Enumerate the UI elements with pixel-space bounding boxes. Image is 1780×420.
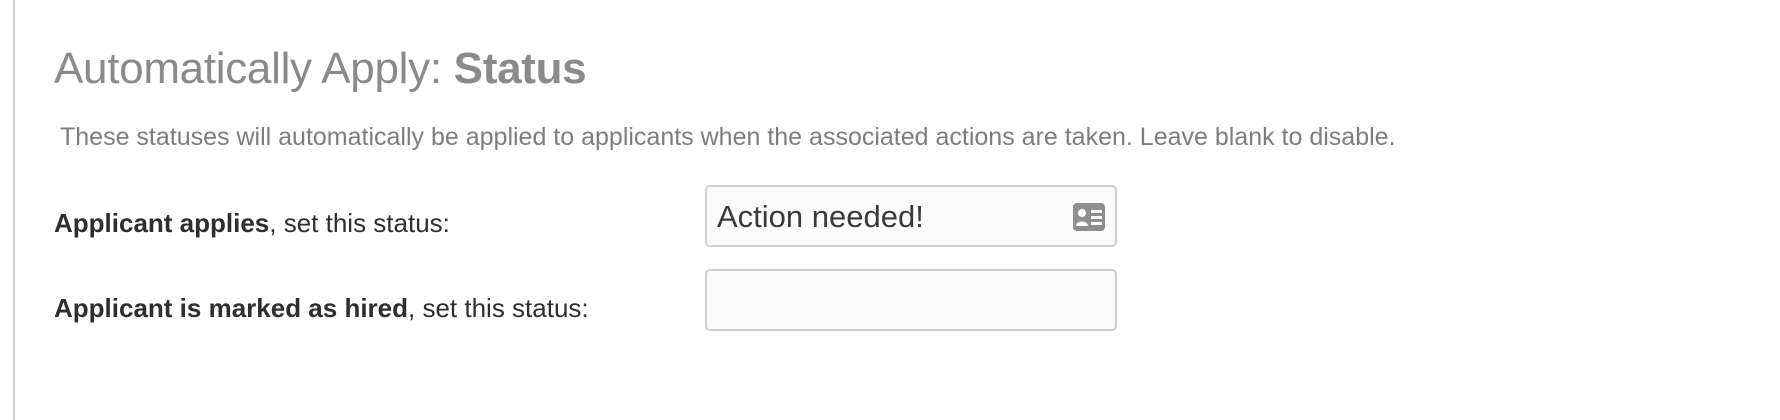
section-title-prefix: Automatically Apply: <box>54 44 454 93</box>
contact-card-icon[interactable] <box>1073 203 1105 231</box>
applicant-applies-label: Applicant applies, set this status: <box>54 207 450 239</box>
section-description: These statuses will automatically be app… <box>60 123 1396 151</box>
applicant-applies-label-rest: , set this status: <box>269 208 450 238</box>
applicant-hired-status-field[interactable] <box>705 269 1117 331</box>
section-title: Automatically Apply: Status <box>54 42 587 96</box>
applicant-applies-status-field[interactable]: Action needed! <box>705 185 1117 247</box>
settings-panel: Automatically Apply: Status These status… <box>0 0 1780 420</box>
applicant-hired-label-rest: , set this status: <box>408 293 589 323</box>
left-border-divider <box>13 0 15 420</box>
applicant-applies-label-bold: Applicant applies <box>54 208 270 238</box>
applicant-applies-status-value: Action needed! <box>717 199 924 234</box>
applicant-hired-label-bold: Applicant is marked as hired <box>54 293 409 323</box>
section-title-bold: Status <box>453 44 587 93</box>
applicant-hired-label: Applicant is marked as hired, set this s… <box>54 292 589 324</box>
